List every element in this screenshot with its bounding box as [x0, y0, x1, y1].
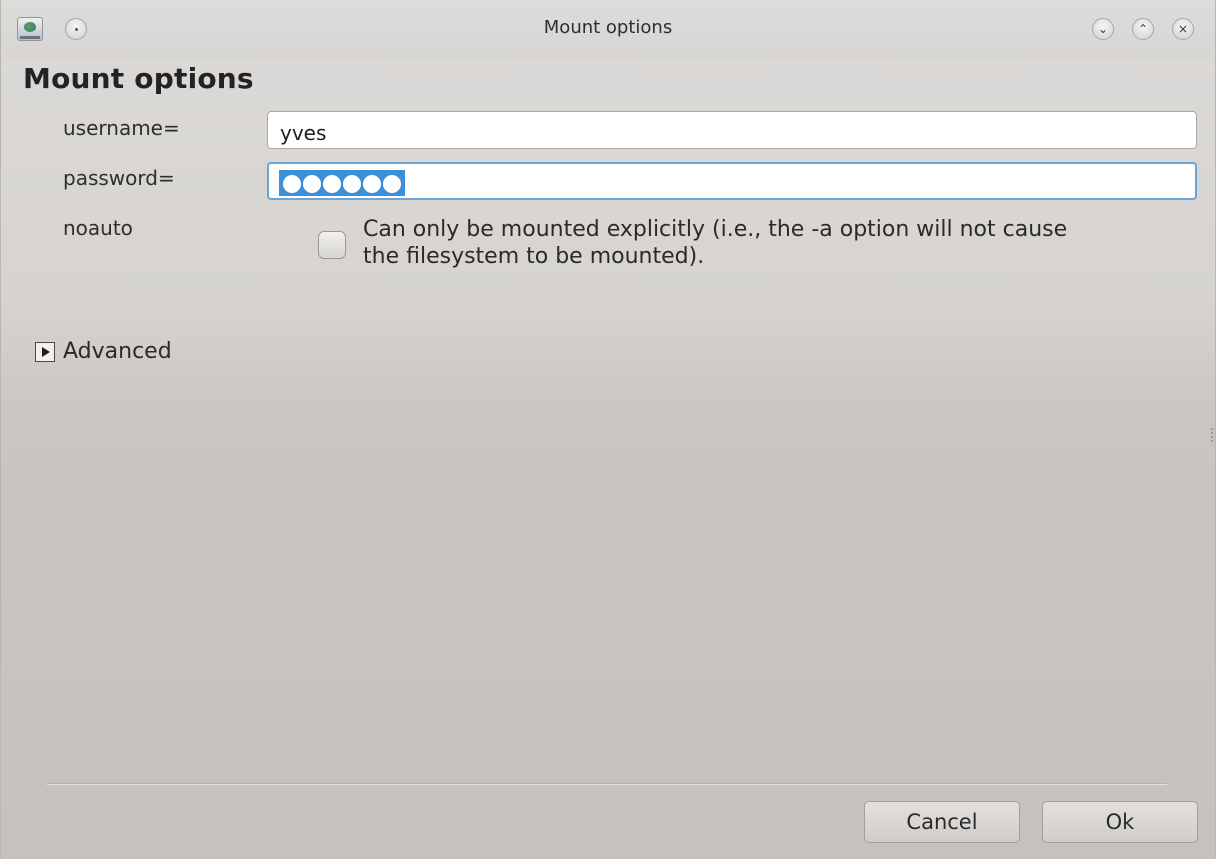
password-dot: [323, 175, 341, 193]
password-field[interactable]: [267, 162, 1197, 200]
noauto-label: noauto: [63, 216, 133, 240]
maximize-button[interactable]: ⌃: [1132, 18, 1154, 40]
username-label: username=: [63, 116, 180, 140]
password-dot: [343, 175, 361, 193]
advanced-label[interactable]: Advanced: [63, 339, 172, 364]
noauto-description[interactable]: Can only be mounted explicitly (i.e., th…: [363, 216, 1083, 270]
close-button[interactable]: ×: [1172, 18, 1194, 40]
expand-arrow-icon[interactable]: [35, 341, 55, 362]
password-dot: [383, 175, 401, 193]
minimize-button[interactable]: ⌄: [1092, 18, 1114, 40]
mount-options-window: Mount options ⌄ ⌃ × Mount options userna…: [0, 0, 1216, 859]
password-label: password=: [63, 166, 175, 190]
noauto-checkbox[interactable]: [318, 231, 346, 259]
username-field[interactable]: yves: [267, 111, 1197, 149]
password-dot: [363, 175, 381, 193]
page-title: Mount options: [23, 62, 254, 95]
ok-button[interactable]: Ok: [1042, 801, 1198, 843]
password-dot: [303, 175, 321, 193]
titlebar[interactable]: Mount options ⌄ ⌃ ×: [1, 0, 1215, 58]
resize-grip-icon[interactable]: [1211, 428, 1213, 442]
password-dot: [283, 175, 301, 193]
button-separator: [47, 783, 1167, 785]
password-selection: [279, 170, 405, 196]
window-title: Mount options: [543, 17, 673, 38]
advanced-expander[interactable]: Advanced: [35, 339, 172, 364]
cancel-button[interactable]: Cancel: [864, 801, 1020, 843]
